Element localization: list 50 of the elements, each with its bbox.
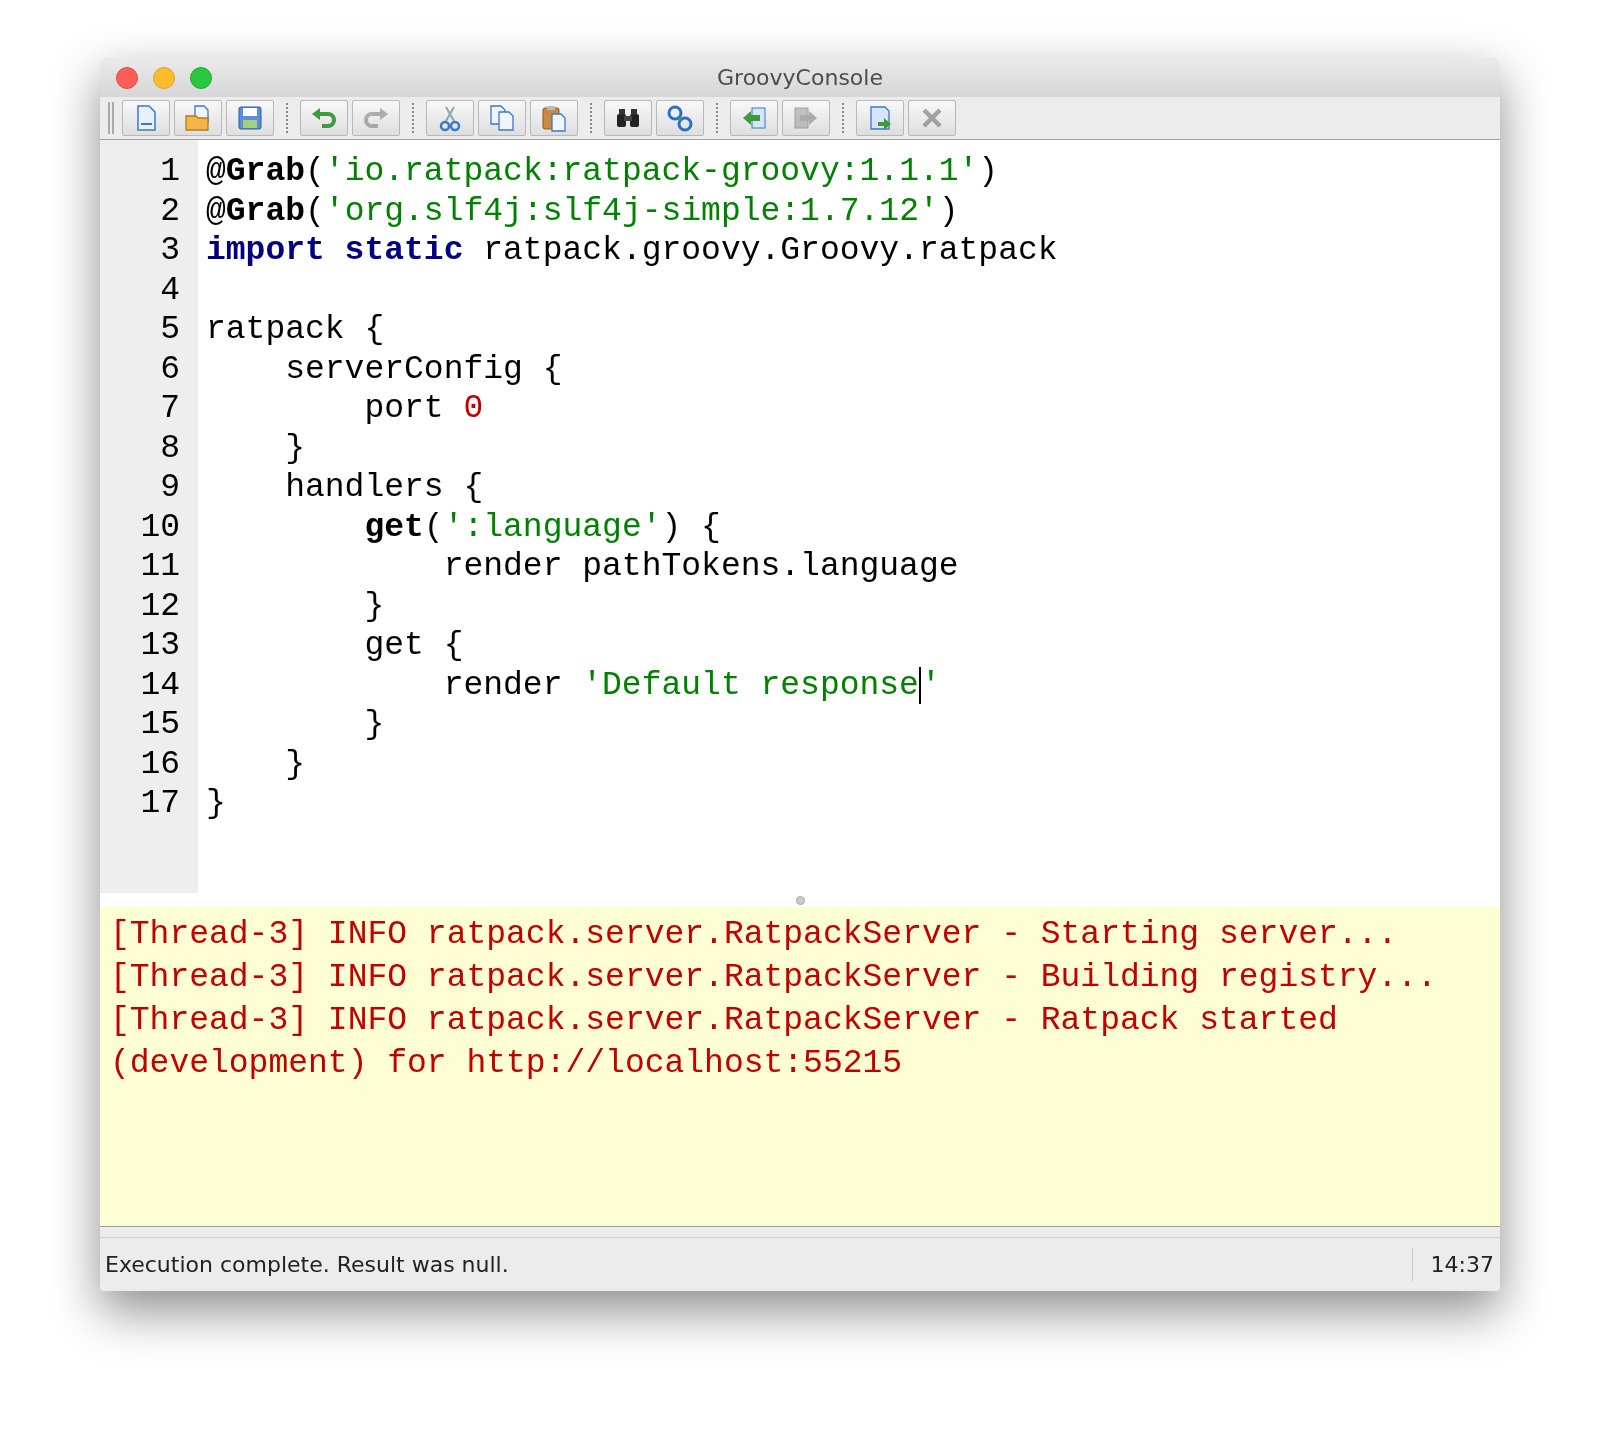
log-line: [Thread-3] INFO ratpack.server.RatpackServer - Ratpack started (development) for http://localhost:55215 xyxy=(110,1001,1339,1084)
line-number: 8 xyxy=(159,428,181,468)
code-editor[interactable] xyxy=(100,140,1500,893)
window-title: GroovyConsole xyxy=(717,63,883,92)
code-line: } xyxy=(363,705,386,745)
line-number: 15 xyxy=(139,705,181,745)
line-number: 16 xyxy=(139,744,181,784)
line-number: 1 xyxy=(159,152,181,192)
divider-handle[interactable] xyxy=(795,895,805,905)
toolbar-button[interactable] xyxy=(604,100,652,136)
code-line: import static ratpack.groovy.Groovy.ratpack xyxy=(206,231,1059,271)
code-line: } xyxy=(206,784,227,824)
zoom-window-button[interactable] xyxy=(190,67,212,89)
code-line: } xyxy=(284,744,307,784)
code-line: serverConfig { xyxy=(284,349,564,389)
code-line: @Grab('io.ratpack:ratpack-groovy:1.1.1') xyxy=(206,152,1000,192)
close-window-button[interactable] xyxy=(116,67,138,89)
cursor-position: 14:37 xyxy=(1411,1248,1500,1281)
line-number: 13 xyxy=(139,626,181,666)
line-number: 5 xyxy=(159,310,181,350)
code-line: handlers { xyxy=(284,468,485,508)
line-number: 9 xyxy=(159,468,181,508)
line-number: 6 xyxy=(159,349,181,389)
code-line: get { xyxy=(363,626,465,666)
line-number: 3 xyxy=(159,231,181,271)
code-line: @Grab('org.slf4j:slf4j-simple:1.7.12') xyxy=(206,191,960,231)
line-number: 14 xyxy=(139,665,181,705)
line-number: 10 xyxy=(139,507,181,547)
line-number: 12 xyxy=(139,586,181,626)
code-line: render pathTokens.language xyxy=(442,547,960,587)
code-line: ratpack { xyxy=(206,310,386,350)
clipboard-icon xyxy=(540,104,568,132)
copy-icon xyxy=(488,104,516,132)
code-line: } xyxy=(363,586,386,626)
minimize-window-button[interactable] xyxy=(153,67,175,89)
line-number: 7 xyxy=(159,389,181,429)
line-number: 4 xyxy=(159,270,181,310)
line-number: 17 xyxy=(139,784,181,824)
code-line: render 'Default response' xyxy=(442,665,942,705)
status-message: Execution complete. Result was null. xyxy=(104,1251,510,1279)
line-number: 2 xyxy=(159,191,181,231)
open-folder-icon xyxy=(184,104,212,132)
log-line: [Thread-3] INFO ratpack.server.RatpackServer - Building registry... xyxy=(110,958,1438,998)
toolbar-grip[interactable] xyxy=(108,102,114,134)
code-line: get(':language') { xyxy=(363,507,722,547)
line-number: 11 xyxy=(139,547,181,587)
log-line: [Thread-3] INFO ratpack.server.RatpackServer - Starting server... xyxy=(110,915,1399,955)
code-line: port 0 xyxy=(363,389,485,429)
code-line: } xyxy=(284,428,307,468)
save-icon xyxy=(236,104,264,132)
